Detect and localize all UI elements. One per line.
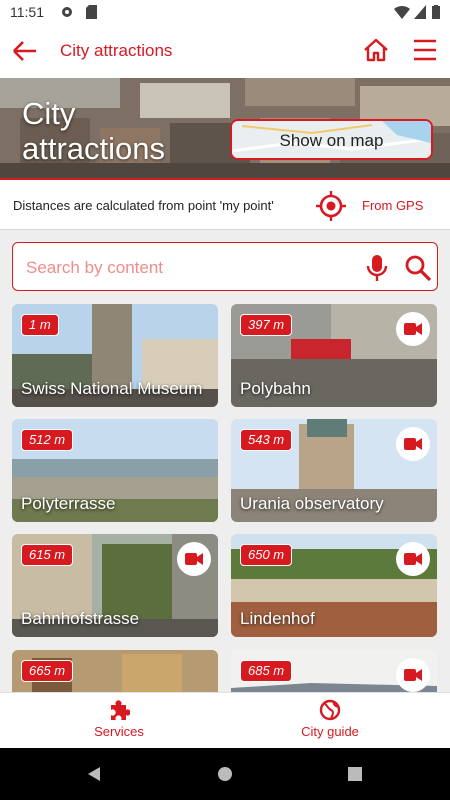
- search-field[interactable]: Search by content: [12, 242, 438, 291]
- show-on-map-button[interactable]: Show on map: [230, 119, 433, 160]
- attraction-card-polybahn[interactable]: 397 m Polybahn: [231, 304, 437, 407]
- puzzle-icon: [111, 700, 130, 720]
- distance-badge: 512 m: [21, 429, 74, 451]
- video-camera-icon: [404, 438, 422, 450]
- attraction-card-swiss-national-museum[interactable]: 1 m Swiss National Museum: [12, 304, 218, 407]
- video-button[interactable]: [396, 427, 430, 461]
- attraction-name: Polybahn: [240, 379, 311, 398]
- distance-badge: 615 m: [21, 544, 74, 566]
- video-camera-icon: [185, 553, 203, 565]
- microphone-icon[interactable]: [365, 254, 389, 282]
- distance-badge: 543 m: [240, 429, 293, 451]
- hero-title: City attractions: [22, 96, 166, 166]
- status-time: 11:51: [10, 4, 44, 20]
- show-on-map-label: Show on map: [279, 131, 384, 150]
- from-gps-button[interactable]: From GPS: [362, 198, 423, 213]
- attraction-card-urania-observatory[interactable]: 543 m Urania observatory: [231, 419, 437, 522]
- video-button[interactable]: [396, 542, 430, 576]
- nav-city-guide-label: City guide: [301, 724, 359, 739]
- attraction-card-8[interactable]: 685 m: [231, 650, 437, 692]
- distance-badge: 397 m: [240, 314, 293, 336]
- system-recents-icon[interactable]: [347, 766, 363, 782]
- video-camera-icon: [404, 323, 422, 335]
- attraction-card-lindenhof[interactable]: 650 m Lindenhof: [231, 534, 437, 637]
- distance-info-text: Distances are calculated from point 'my …: [13, 198, 274, 213]
- nav-city-guide[interactable]: City guide: [270, 699, 390, 739]
- video-camera-icon: [404, 553, 422, 565]
- signal-icon: [414, 5, 426, 19]
- app-bar: City attractions: [0, 24, 450, 78]
- video-button[interactable]: [396, 312, 430, 346]
- search-input[interactable]: Search by content: [26, 258, 163, 278]
- attraction-name: Polyterrasse: [21, 494, 116, 513]
- attraction-name: Bahnhofstrasse: [21, 609, 140, 628]
- home-icon[interactable]: [362, 36, 390, 64]
- battery-icon: [432, 5, 440, 19]
- status-bar: 11:51: [0, 0, 450, 24]
- wifi-icon: [394, 6, 410, 19]
- attraction-name: Swiss National Museum: [21, 379, 203, 398]
- distance-badge: 665 m: [21, 660, 74, 682]
- attraction-name: Urania observatory: [240, 494, 384, 513]
- nav-services[interactable]: Services: [59, 699, 179, 739]
- sd-card-icon: [86, 5, 97, 19]
- target-icon[interactable]: [316, 191, 346, 221]
- menu-icon[interactable]: [412, 37, 438, 63]
- back-arrow-icon[interactable]: [10, 37, 38, 65]
- video-button[interactable]: [177, 542, 211, 576]
- attraction-card-bahnhofstrasse[interactable]: 615 m Bahnhofstrasse: [12, 534, 218, 637]
- distance-badge: 650 m: [240, 544, 293, 566]
- distance-info-row: Distances are calculated from point 'my …: [0, 178, 450, 230]
- system-home-icon[interactable]: [217, 766, 233, 782]
- distance-badge: 685 m: [240, 660, 293, 682]
- attraction-name: Lindenhof: [240, 609, 315, 628]
- bottom-navigation: Services City guide: [0, 692, 450, 748]
- video-button[interactable]: [396, 658, 430, 692]
- system-navigation-bar: [0, 748, 450, 800]
- search-icon[interactable]: [404, 254, 432, 282]
- app-bar-title: City attractions: [60, 41, 173, 60]
- hero-banner: City attractions Show on map: [0, 78, 450, 178]
- system-back-icon[interactable]: [86, 766, 102, 782]
- attraction-card-polyterrasse[interactable]: 512 m Polyterrasse: [12, 419, 218, 522]
- attraction-card-7[interactable]: 665 m: [12, 650, 218, 692]
- gear-icon: [62, 7, 72, 17]
- distance-badge: 1 m: [21, 314, 59, 336]
- video-camera-icon: [404, 669, 422, 681]
- nav-services-label: Services: [94, 724, 144, 739]
- globe-icon: [319, 699, 341, 721]
